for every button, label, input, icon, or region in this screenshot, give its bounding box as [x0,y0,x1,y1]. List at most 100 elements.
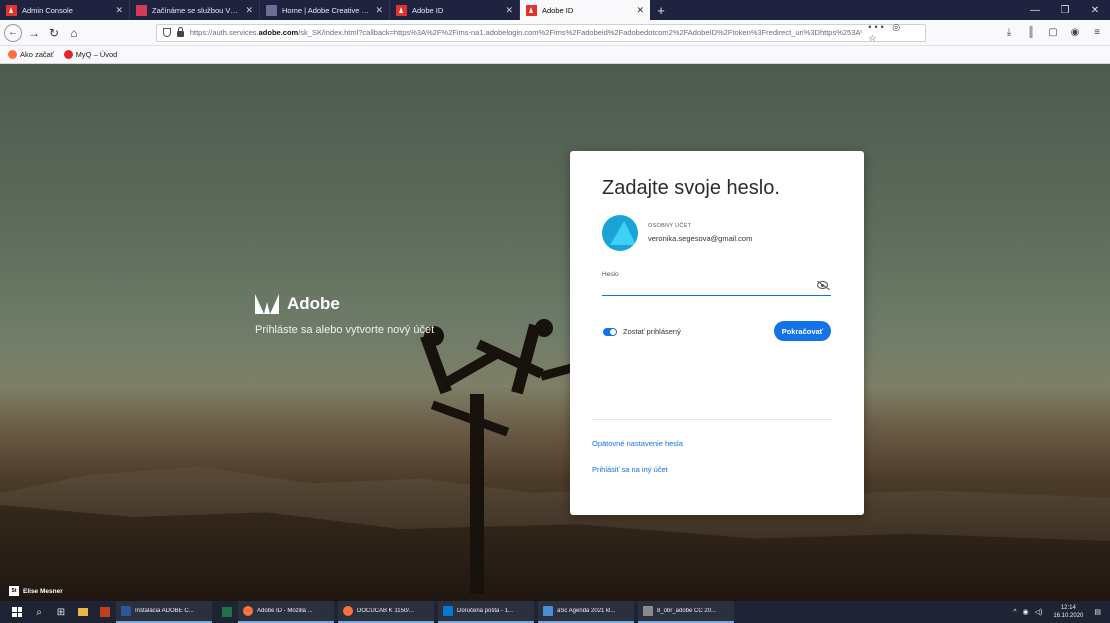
login-card: Zadajte svoje heslo. OSOBNÝ ÚČET veronik… [570,151,864,515]
reload-icon[interactable]: ↻ [44,23,64,43]
page-actions-icon[interactable]: ••• ◎ ☆ [868,22,919,44]
url-text: https://auth.services.adobe.com/sk_SK/in… [190,28,862,37]
address-bar[interactable]: https://auth.services.adobe.com/sk_SK/in… [156,22,926,44]
volume-icon[interactable]: ◁) [1035,608,1043,616]
file-explorer-icon[interactable] [72,601,94,623]
password-field[interactable] [602,279,831,296]
tab-title: Začínáme se službou Všechny [152,5,240,15]
clock-time: 12:14 [1060,605,1076,611]
password-label: Heslo [602,271,619,278]
taskbar-app-label: 8_obr_adobe CC 20... [657,608,717,614]
divider [592,419,832,420]
taskbar-app-label: aSc Agenda 2021 kl... [557,608,616,614]
tab-bar: Admin Console ✕ Začínáme se službou Všec… [0,0,1110,20]
close-icon[interactable]: ✕ [245,5,253,16]
taskbar-app-photos[interactable]: 8_obr_adobe CC 20... [638,601,734,623]
minimize-icon[interactable]: — [1020,5,1050,16]
clock-date: 16.10.2020 [1053,613,1084,619]
myq-icon [63,50,73,59]
bookmark-label: MyQ – Úvod [75,50,118,59]
close-window-icon[interactable]: ✕ [1080,5,1110,16]
tab-adobe-id[interactable]: Adobe ID ✕ [390,0,520,20]
toolbar-right: ⤓ ║ ▢ ◉ ≡ [1000,27,1106,38]
tab-admin-console[interactable]: Admin Console ✕ [0,0,130,20]
bookmark-ako-zacat[interactable]: Ako začať [8,50,54,59]
firefox-icon [343,606,353,616]
download-icon[interactable]: ⤓ [1000,27,1018,38]
shield-icon [163,28,171,37]
outlook-icon [443,606,453,616]
clock[interactable]: 12:14 16.10.2020 [1053,604,1083,620]
taskbar-app-label: DOCUCAB K 1150/... [357,608,414,614]
powerpoint-icon[interactable] [94,601,116,623]
back-icon[interactable]: ← [4,23,22,42]
taskbar: ⌕ ⊞ Inštalácia ADOBE C... Adobe ID - Moz… [0,601,1110,623]
start-button[interactable] [6,601,28,623]
home-icon[interactable]: ⌂ [64,23,84,43]
tab-title: Admin Console [22,5,73,15]
close-icon[interactable]: ✕ [375,5,383,16]
tab-title: Adobe ID [542,5,574,15]
forward-icon[interactable]: → [24,23,44,43]
url-domain: adobe.com [258,28,299,37]
show-password-icon[interactable] [817,281,828,289]
avatar [602,215,638,251]
close-icon[interactable]: ✕ [636,5,644,16]
tab-title: Adobe ID [412,5,444,15]
library-icon[interactable]: ║ [1022,27,1040,38]
bookmark-label: Ako začať [20,50,54,59]
menu-icon[interactable]: ≡ [1088,27,1106,38]
chevron-up-icon[interactable]: ^ [1013,609,1016,616]
firefox-icon [243,606,253,616]
close-icon[interactable]: ✕ [505,5,513,16]
taskbar-app-label: Doručená pošta - 1... [457,608,514,614]
sidebar-icon[interactable]: ▢ [1044,27,1062,38]
taskbar-app-outlook[interactable]: Doručená pošta - 1... [438,601,534,623]
maximize-icon[interactable]: ❐ [1050,5,1080,16]
bookmarks-bar: Ako začať MyQ – Úvod [0,46,1110,64]
reset-password-link[interactable]: Opätovné nastavenie hesla [592,439,683,448]
stay-signed-in-toggle[interactable] [603,328,617,336]
lock-icon [176,26,184,37]
network-icon[interactable]: ◉ [1023,608,1029,616]
adobe-icon [6,4,17,16]
taskbar-app-firefox-adobe[interactable]: Adobe ID - Mozilla ... [238,601,334,623]
creative-cloud-icon [266,4,277,16]
bookmark-myq[interactable]: MyQ – Úvod [63,50,118,59]
adobe-icon [396,4,407,16]
taskbar-app-asc[interactable]: aSc Agenda 2021 kl... [538,601,634,623]
asc-icon [543,606,553,616]
extension-icon[interactable]: ◉ [1066,27,1084,38]
taskbar-app-word[interactable]: Inštalácia ADOBE C... [116,601,212,623]
window-controls: — ❐ ✕ [1020,0,1110,20]
task-view-icon[interactable]: ⊞ [50,601,72,623]
excel-icon[interactable] [216,601,238,623]
continue-button[interactable]: Pokračovať [774,321,831,341]
nav-bar: ← → ↻ ⌂ https://auth.services.adobe.com/… [0,20,1110,46]
taskbar-app-label: Adobe ID - Mozilla ... [257,608,313,614]
stock-badge-icon: St [9,586,19,596]
tab-adobe-id-active[interactable]: Adobe ID ✕ [520,0,650,20]
account-email: veronika.segesova@gmail.com [648,234,753,243]
search-icon[interactable]: ⌕ [28,601,50,623]
photo-credit-name: Elise Mesner [23,587,63,595]
windows-icon [12,607,22,617]
new-tab-button[interactable]: + [650,0,672,20]
account-type-label: OSOBNÝ ÚČET [648,223,692,229]
url-rest: /sk_SK/index.html?callback=https%3A%2F%2… [298,28,863,37]
photo-credit[interactable]: St Elise Mesner [9,586,63,596]
tab-creative-cloud[interactable]: Home | Adobe Creative Cloud ✕ [260,0,390,20]
brand-name: Adobe [287,294,340,313]
adobe-logo-icon [255,294,279,314]
tab-title: Home | Adobe Creative Cloud [282,5,370,15]
adobe-brand: Adobe [255,294,340,314]
close-icon[interactable]: ✕ [115,5,123,16]
tab-zaciname[interactable]: Začínáme se službou Všechny ✕ [130,0,260,20]
notifications-icon[interactable]: ▤ [1094,608,1101,616]
system-tray: ^ ◉ ◁) 12:14 16.10.2020 ▤ [1010,604,1104,620]
stay-signed-in-label: Zostať prihlásený [623,327,681,336]
brand-tagline: Prihláste sa alebo vytvorte nový účet [255,324,435,336]
taskbar-app-firefox-docucab[interactable]: DOCUCAB K 1150/... [338,601,434,623]
other-account-link[interactable]: Prihlásiť sa na iný účet [592,465,668,474]
word-icon [121,606,131,616]
